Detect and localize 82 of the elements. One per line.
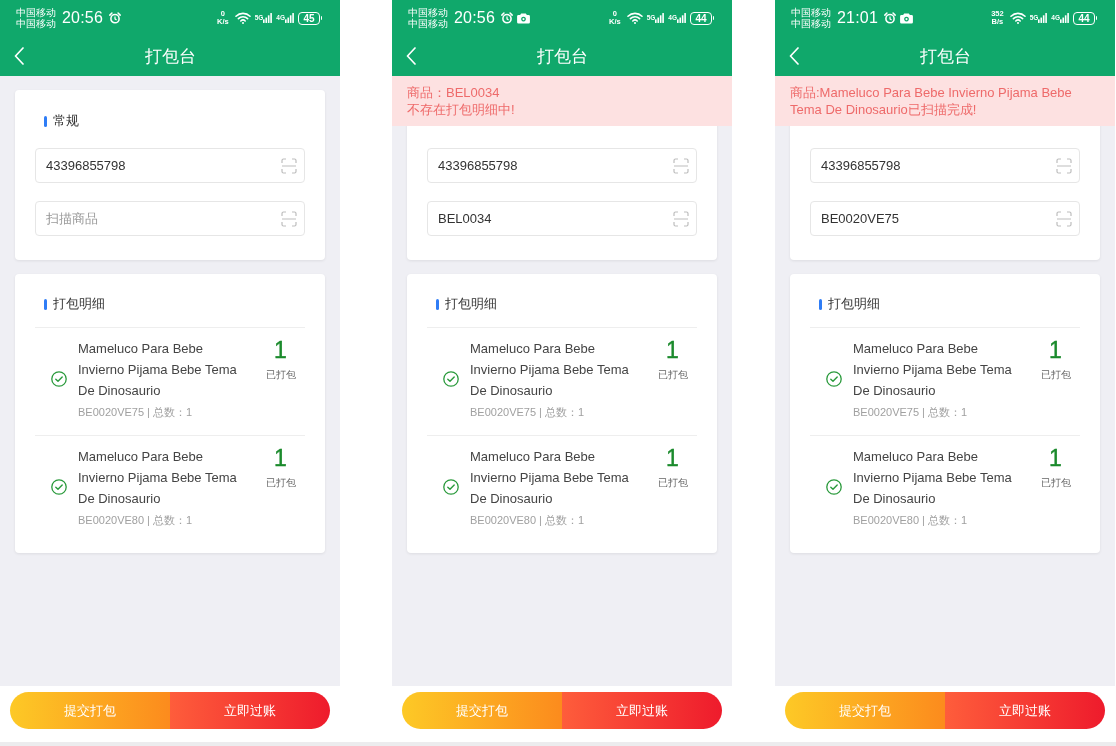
product-sku-total: BE0020VE80 | 总数：1 bbox=[470, 513, 586, 528]
status-time: 20:56 bbox=[62, 9, 104, 27]
packed-count: 1 bbox=[666, 446, 679, 470]
post-now-button[interactable]: 立即过账 bbox=[170, 692, 330, 729]
carrier-label: 中国移动 bbox=[791, 18, 831, 29]
back-icon bbox=[14, 47, 24, 65]
status-time: 20:56 bbox=[454, 9, 496, 27]
signal-bars-icon bbox=[1038, 13, 1048, 23]
alarm-clock-icon bbox=[501, 12, 514, 24]
product-name: Mameluco Para Bebe Invierno Pijama Bebe Tema De Dinosaurio bbox=[78, 340, 238, 400]
packed-count: 1 bbox=[666, 338, 679, 362]
scan-icon[interactable] bbox=[1056, 157, 1072, 174]
camera-icon bbox=[900, 12, 914, 24]
section-marker-icon bbox=[44, 115, 47, 127]
carrier-label: 中国移动 bbox=[16, 18, 56, 29]
scan-input-field[interactable]: BEL0034 bbox=[427, 201, 697, 236]
battery-indicator: 44 bbox=[1073, 11, 1097, 25]
scan-icon[interactable] bbox=[673, 157, 689, 174]
status-time: 21:01 bbox=[837, 9, 879, 27]
signal-bars-icon bbox=[263, 13, 273, 23]
alarm-clock-icon bbox=[884, 12, 897, 24]
banner-text: 商品:Mameluco Para Bebe Invierno Pijama Bebe Tema De Dinosaurio已扫描完成! bbox=[790, 84, 1073, 118]
section-title: 打包明细 bbox=[828, 295, 880, 313]
page-title: 打包台 bbox=[919, 45, 971, 68]
scan-icon[interactable] bbox=[673, 210, 689, 227]
carrier-label: 中国移动 bbox=[408, 7, 448, 18]
camera-icon bbox=[517, 12, 531, 24]
product-sku-total: BE0020VE75 | 总数：1 bbox=[470, 405, 586, 420]
packed-label: 已打包 bbox=[657, 477, 688, 489]
packed-count: 1 bbox=[274, 446, 287, 470]
scan-input-field[interactable]: 扫描商品 bbox=[35, 201, 305, 236]
back-icon bbox=[789, 47, 799, 65]
packed-label: 已打包 bbox=[1040, 477, 1071, 489]
banner-text: 不存在打包明细中! bbox=[407, 101, 516, 118]
page-title: 打包台 bbox=[144, 45, 196, 68]
carrier-label: 中国移动 bbox=[791, 7, 831, 18]
wifi-icon bbox=[626, 12, 643, 24]
alarm-clock-icon bbox=[109, 12, 122, 24]
submit-pack-button[interactable]: 提交打包 bbox=[785, 692, 945, 729]
product-sku-total: BE0020VE80 | 总数：1 bbox=[78, 513, 194, 528]
signal-bars-icon bbox=[677, 13, 686, 23]
product-sku-total: BE0020VE75 | 总数：1 bbox=[78, 405, 194, 420]
product-name: Mameluco Para Bebe Invierno Pijama Bebe Tema De Dinosaurio bbox=[78, 448, 238, 508]
banner-text: 商品：BEL0034 bbox=[407, 84, 501, 101]
scan-input-field[interactable]: 43396855798 bbox=[427, 148, 697, 183]
signal-bars-icon bbox=[1060, 13, 1069, 23]
signal-bars-icon bbox=[285, 13, 294, 23]
packed-label: 已打包 bbox=[1040, 369, 1071, 381]
packed-count: 1 bbox=[274, 338, 287, 362]
submit-pack-button[interactable]: 提交打包 bbox=[402, 692, 562, 729]
post-now-button[interactable]: 立即过账 bbox=[945, 692, 1105, 729]
scan-icon[interactable] bbox=[281, 157, 297, 174]
post-now-button[interactable]: 立即过账 bbox=[562, 692, 722, 729]
submit-pack-button[interactable]: 提交打包 bbox=[10, 692, 170, 729]
back-icon bbox=[406, 47, 416, 65]
scan-input-field[interactable]: 43396855798 bbox=[35, 148, 305, 183]
packed-label: 已打包 bbox=[657, 369, 688, 381]
product-name: Mameluco Para Bebe Invierno Pijama Bebe Tema De Dinosaurio bbox=[853, 448, 1013, 508]
carrier-label: 中国移动 bbox=[408, 18, 448, 29]
carrier-label: 中国移动 bbox=[16, 7, 56, 18]
scan-icon[interactable] bbox=[281, 210, 297, 227]
product-name: Mameluco Para Bebe Invierno Pijama Bebe Tema De Dinosaurio bbox=[470, 340, 630, 400]
wifi-icon bbox=[234, 12, 251, 24]
packed-count: 1 bbox=[1049, 446, 1062, 470]
product-name: Mameluco Para Bebe Invierno Pijama Bebe Tema De Dinosaurio bbox=[470, 448, 630, 508]
product-name: Mameluco Para Bebe Invierno Pijama Bebe Tema De Dinosaurio bbox=[853, 340, 1013, 400]
product-sku-total: BE0020VE75 | 总数：1 bbox=[853, 405, 969, 420]
battery-indicator: 45 bbox=[298, 11, 322, 25]
scan-icon[interactable] bbox=[1056, 210, 1072, 227]
packed-count: 1 bbox=[1049, 338, 1062, 362]
section-title: 打包明细 bbox=[53, 295, 105, 313]
scan-input-field[interactable]: BE0020VE75 bbox=[810, 201, 1080, 236]
section-title: 打包明细 bbox=[445, 295, 497, 313]
wifi-icon bbox=[1009, 12, 1026, 24]
section-title: 常规 bbox=[53, 112, 79, 130]
product-sku-total: BE0020VE80 | 总数：1 bbox=[853, 513, 969, 528]
scan-input-field[interactable]: 43396855798 bbox=[810, 148, 1080, 183]
signal-bars-icon bbox=[655, 13, 665, 23]
battery-indicator: 44 bbox=[690, 11, 714, 25]
page-title: 打包台 bbox=[536, 45, 588, 68]
packed-label: 已打包 bbox=[265, 369, 296, 381]
packed-label: 已打包 bbox=[265, 477, 296, 489]
